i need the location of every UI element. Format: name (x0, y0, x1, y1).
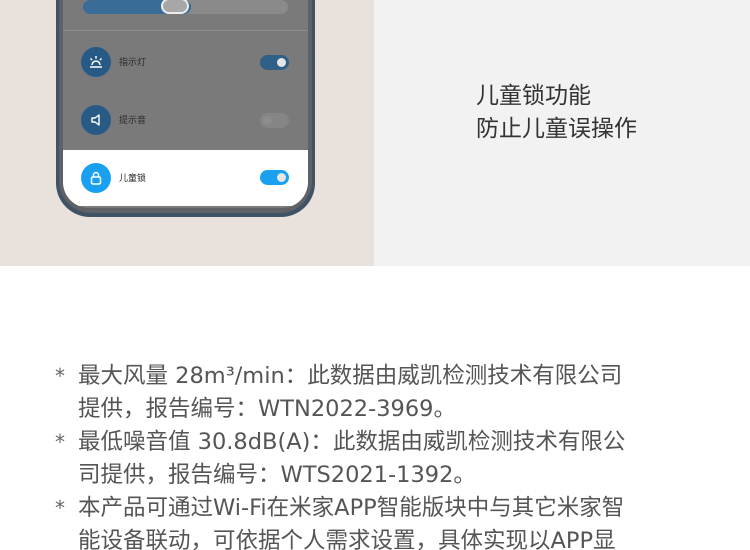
footnote-line: 本产品可通过Wi-Fi在米家APP智能版块中与其它米家智 (78, 495, 625, 521)
asterisk-bullet: * (55, 430, 65, 454)
product-page: 指示灯 提示音 儿童锁 儿童锁功能 防止儿童误操作 * 最大风量 28m³/mi… (0, 0, 750, 550)
indicator-light-icon (81, 47, 111, 77)
footnote-item: * 最低噪音值 30.8dB(A)：此数据由威凯检测技术有限公 司提供，报告编号… (55, 426, 705, 492)
footnote-line: 提供，报告编号：WTN2022-3969。 (78, 396, 456, 422)
setting-label-sound: 提示音 (119, 116, 147, 126)
asterisk-bullet: * (55, 496, 65, 520)
footnotes: * 最大风量 28m³/min：此数据由威凯检测技术有限公司 提供，报告编号：W… (55, 360, 705, 550)
toggle-knob (263, 116, 272, 125)
sound-toggle[interactable] (260, 113, 289, 128)
toggle-knob (277, 58, 286, 67)
footnote-line: 能设备联动，可依据个人需求设置，具体实现以APP显 (78, 528, 616, 550)
mode-slider-handle[interactable] (161, 0, 189, 14)
toggle-knob (277, 173, 286, 182)
feature-title-line-2: 防止儿童误操作 (476, 116, 637, 142)
setting-row-indicator-light[interactable]: 指示灯 (63, 38, 308, 88)
setting-label-indicator-light: 指示灯 (119, 58, 147, 68)
setting-label-child-lock: 儿童锁 (119, 174, 147, 184)
phone-screen: 指示灯 提示音 儿童锁 (63, 0, 308, 208)
speaker-icon (81, 105, 111, 135)
footnote-line: 最低噪音值 30.8dB(A)：此数据由威凯检测技术有限公 (78, 429, 626, 455)
setting-row-sound[interactable]: 提示音 (63, 96, 308, 146)
footnote-line: 最大风量 28m³/min：此数据由威凯检测技术有限公司 (78, 363, 623, 389)
feature-title: 儿童锁功能 防止儿童误操作 (476, 80, 637, 146)
feature-title-line-1: 儿童锁功能 (476, 83, 591, 109)
screen-divider (63, 30, 308, 31)
phone-frame: 指示灯 提示音 儿童锁 (56, 0, 315, 217)
setting-row-child-lock[interactable]: 儿童锁 (63, 150, 308, 206)
footnote-item: * 最大风量 28m³/min：此数据由威凯检测技术有限公司 提供，报告编号：W… (55, 360, 705, 426)
asterisk-bullet: * (55, 364, 65, 388)
footnote-line: 司提供，报告编号：WTS2021-1392。 (78, 462, 476, 488)
indicator-light-toggle[interactable] (260, 55, 289, 70)
child-lock-toggle[interactable] (260, 170, 289, 185)
lock-icon (81, 163, 111, 193)
phone-showcase-panel: 指示灯 提示音 儿童锁 (0, 0, 374, 266)
phone-bezel: 指示灯 提示音 儿童锁 (59, 0, 312, 213)
footnote-item: * 本产品可通过Wi-Fi在米家APP智能版块中与其它米家智 能设备联动，可依据… (55, 492, 705, 550)
